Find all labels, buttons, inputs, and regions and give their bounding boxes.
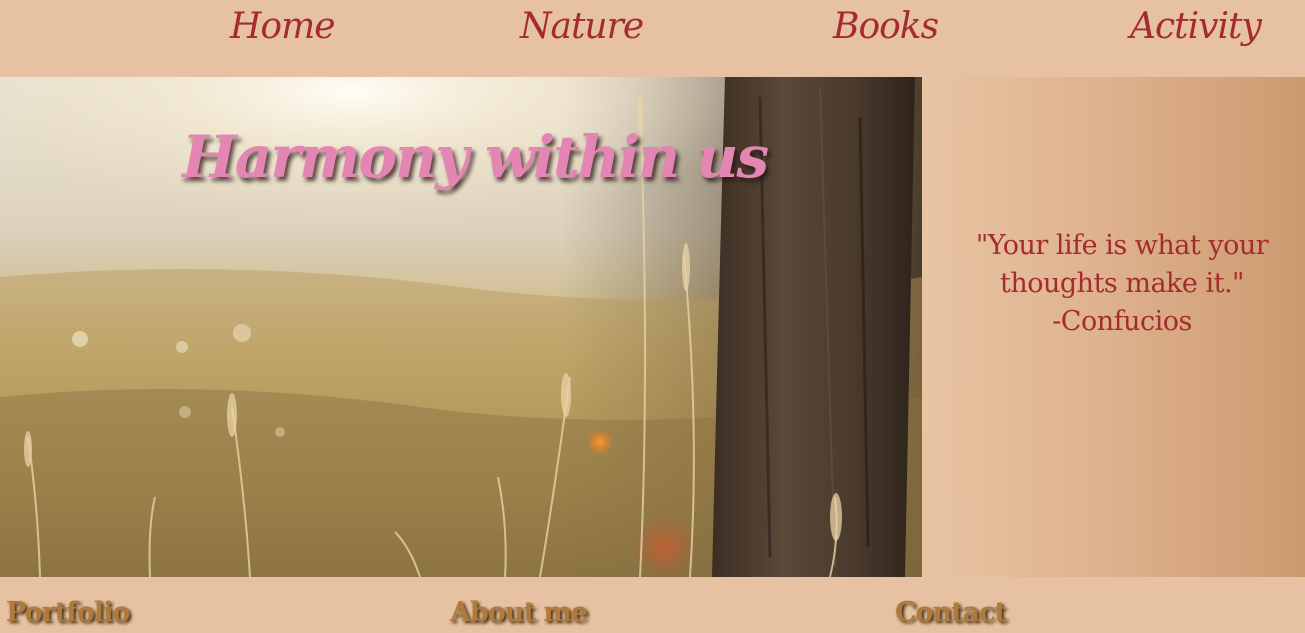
footer-link-contact[interactable]: Contact	[895, 593, 1007, 633]
quote-line-2: thoughts make it."	[1000, 268, 1244, 299]
nav-link-activity[interactable]: Activity	[1130, 2, 1262, 52]
nav-link-books[interactable]: Books	[833, 2, 939, 52]
footer-link-about-me[interactable]: About me	[450, 593, 588, 633]
hero-title: Harmony within us	[182, 123, 769, 191]
top-nav: Home Nature Books Activity	[0, 0, 1305, 77]
bottom-nav: Portfolio About me Contact	[0, 577, 1305, 629]
quote-line-1: "Your life is what your	[975, 230, 1269, 261]
quote-panel: "Your life is what your thoughts make it…	[922, 77, 1305, 577]
quote: "Your life is what your thoughts make it…	[922, 227, 1305, 341]
nav-link-home[interactable]: Home	[230, 2, 336, 52]
hero-section: Harmony within us	[0, 77, 922, 577]
nav-link-nature[interactable]: Nature	[520, 2, 644, 52]
quote-author: -Confucios	[1052, 306, 1192, 337]
footer-link-portfolio[interactable]: Portfolio	[6, 593, 130, 633]
